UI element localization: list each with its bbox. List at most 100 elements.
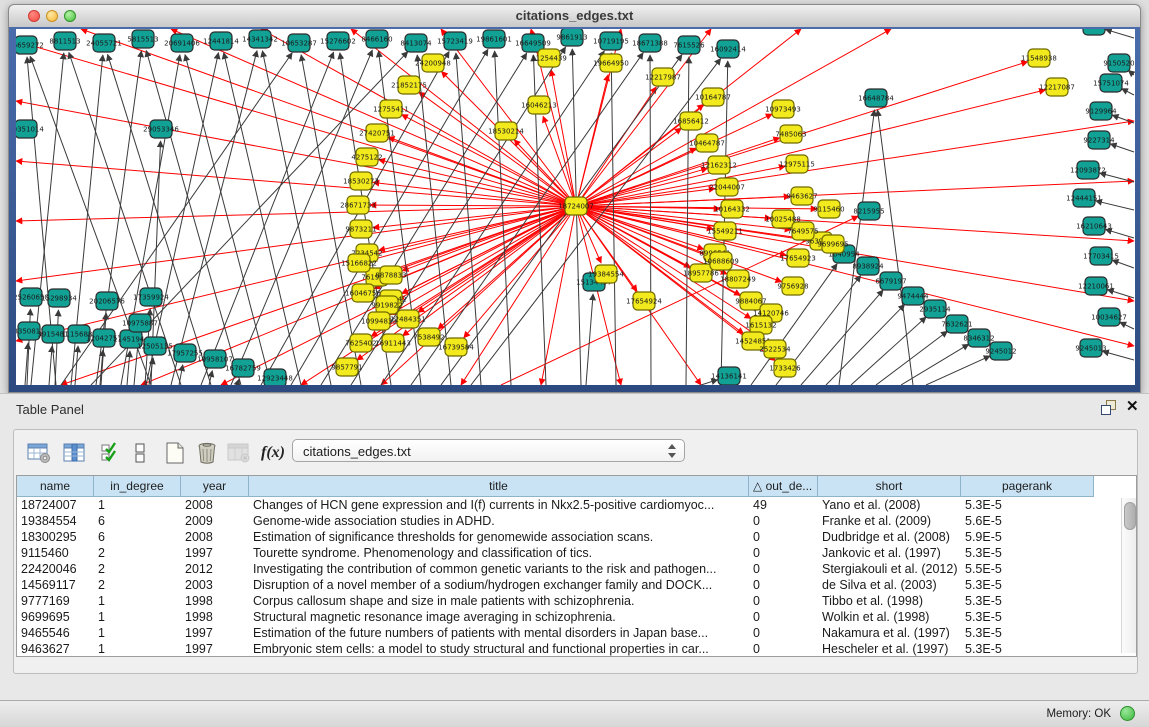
cell-pagerank[interactable]: 5.3E-5 xyxy=(961,641,1094,657)
table-selector-dropdown[interactable]: citations_edges.txt xyxy=(292,439,685,462)
graph-node[interactable]: 9861913 xyxy=(556,29,587,46)
graph-node[interactable]: 29053346 xyxy=(143,120,179,138)
graph-node[interactable]: 24200948 xyxy=(415,54,451,72)
graph-node[interactable]: 10164787 xyxy=(695,88,731,106)
graph-node[interactable]: 9919822 xyxy=(371,296,402,314)
graph-node[interactable]: 19861601 xyxy=(476,30,512,48)
cell-name[interactable]: 18724007 xyxy=(17,497,94,513)
graph-node[interactable]: 16092414 xyxy=(710,40,746,58)
graph-node[interactable]: 15549211 xyxy=(707,222,743,240)
memory-status-indicator[interactable] xyxy=(1120,706,1135,721)
column-header-pagerank[interactable]: pagerank xyxy=(961,476,1094,497)
graph-node[interactable]: 7632621 xyxy=(941,315,972,333)
graph-node[interactable]: 9245013 xyxy=(1075,339,1106,357)
cell-year[interactable]: 1997 xyxy=(181,641,249,657)
graph-node[interactable]: 9463627 xyxy=(786,187,817,205)
cell-short[interactable]: Hescheler et al. (1997) xyxy=(818,641,961,657)
cell-name[interactable]: 9463627 xyxy=(17,641,94,657)
graph-node[interactable]: 8811513 xyxy=(49,32,80,50)
cell-title[interactable]: Investigating the contribution of common… xyxy=(249,561,749,577)
column-header-short[interactable]: short xyxy=(818,476,961,497)
graph-node[interactable]: 7615526 xyxy=(673,36,705,54)
cell-out_degree[interactable]: 0 xyxy=(749,577,818,593)
cell-in_degree[interactable]: 6 xyxy=(94,513,181,529)
cell-year[interactable]: 2009 xyxy=(181,513,249,529)
cell-pagerank[interactable]: 5.6E-5 xyxy=(961,513,1094,529)
graph-node[interactable]: 7485063 xyxy=(775,125,806,143)
cell-out_degree[interactable]: 0 xyxy=(749,529,818,545)
table-row[interactable]: 977716911998Corpus callosum shape and si… xyxy=(17,593,1136,609)
cell-pagerank[interactable]: 5.3E-5 xyxy=(961,497,1094,513)
cell-name[interactable]: 9699695 xyxy=(17,609,94,625)
table-settings-icon[interactable] xyxy=(24,438,54,468)
graph-node[interactable]: 7649575 xyxy=(787,222,818,240)
graph-node[interactable]: 10653287 xyxy=(281,34,317,52)
table-row[interactable]: 911546021997Tourette syndrome. Phenomeno… xyxy=(17,545,1136,561)
graph-node[interactable]: 9129964 xyxy=(1085,102,1117,120)
graph-node[interactable]: 20351014 xyxy=(16,120,44,138)
cell-short[interactable]: Wolkin et al. (1998) xyxy=(818,609,961,625)
graph-node[interactable]: 16659272 xyxy=(16,36,44,54)
graph-node[interactable]: 14341342 xyxy=(242,30,278,48)
graph-node[interactable]: 16911443 xyxy=(375,334,411,352)
graph-node[interactable]: 10719195 xyxy=(593,32,629,50)
cell-short[interactable]: Nakamura et al. (1997) xyxy=(818,625,961,641)
cell-year[interactable]: 1997 xyxy=(181,545,249,561)
cell-year[interactable]: 2012 xyxy=(181,561,249,577)
vertical-scrollbar[interactable] xyxy=(1121,498,1137,653)
cell-in_degree[interactable]: 1 xyxy=(94,625,181,641)
cell-pagerank[interactable]: 5.9E-5 xyxy=(961,529,1094,545)
row-height-icon[interactable] xyxy=(130,438,150,468)
graph-node[interactable]: 17654923 xyxy=(780,249,816,267)
table-row[interactable]: 969969511998Structural magnetic resonanc… xyxy=(17,609,1136,625)
cell-out_degree[interactable]: 0 xyxy=(749,625,818,641)
cell-in_degree[interactable]: 1 xyxy=(94,497,181,513)
graph-node[interactable]: 21614723 xyxy=(1076,29,1112,35)
graph-node[interactable]: 12444151 xyxy=(1066,189,1102,207)
cell-name[interactable]: 19384554 xyxy=(17,513,94,529)
cell-in_degree[interactable]: 1 xyxy=(94,641,181,657)
graph-node[interactable]: 12093872 xyxy=(1070,161,1106,179)
graph-node[interactable]: 16648784 xyxy=(858,89,894,107)
cell-year[interactable]: 1998 xyxy=(181,609,249,625)
cell-title[interactable]: Corpus callosum shape and size in male p… xyxy=(249,593,749,609)
cell-pagerank[interactable]: 5.3E-5 xyxy=(961,625,1094,641)
graph-node[interactable]: 8466160 xyxy=(361,30,392,48)
graph-node[interactable]: 4275122 xyxy=(351,148,382,166)
graph-node[interactable]: 2522534 xyxy=(759,340,791,358)
cell-out_degree[interactable]: 0 xyxy=(749,609,818,625)
graph-node[interactable]: 19664950 xyxy=(593,54,629,72)
table-row[interactable]: 2242004622012Investigating the contribut… xyxy=(17,561,1136,577)
cell-name[interactable]: 22420046 xyxy=(17,561,94,577)
cell-in_degree[interactable]: 2 xyxy=(94,545,181,561)
cell-name[interactable]: 14569117 xyxy=(17,577,94,593)
graph-node[interactable]: 15298934 xyxy=(41,289,77,307)
graph-node[interactable]: 17654924 xyxy=(626,292,662,310)
cell-pagerank[interactable]: 5.3E-5 xyxy=(961,609,1094,625)
graph-node[interactable]: 9756928 xyxy=(777,277,808,295)
table-row[interactable]: 1938455462009Genome-wide association stu… xyxy=(17,513,1136,529)
cell-year[interactable]: 2003 xyxy=(181,577,249,593)
graph-node[interactable]: 9873211 xyxy=(345,220,376,238)
graph-node[interactable]: 8938924 xyxy=(852,257,884,275)
cell-out_degree[interactable]: 49 xyxy=(749,497,818,513)
graph-node[interactable]: 15723419 xyxy=(437,32,473,50)
graph-node[interactable]: 24055721 xyxy=(86,34,122,52)
cell-title[interactable]: Estimation of the future numbers of pati… xyxy=(249,625,749,641)
cell-title[interactable]: Disruption of a novel member of a sodium… xyxy=(249,577,749,593)
cell-out_degree[interactable]: 0 xyxy=(749,561,818,577)
graph-node[interactable]: 5815513 xyxy=(127,30,158,48)
graph-node[interactable]: 18671388 xyxy=(632,34,668,52)
cell-short[interactable]: Yano et al. (2008) xyxy=(818,497,961,513)
graph-node[interactable]: 7625402 xyxy=(345,334,376,352)
table-row[interactable]: 1830029562008Estimation of significance … xyxy=(17,529,1136,545)
cell-in_degree[interactable]: 1 xyxy=(94,609,181,625)
table-row[interactable]: 1456911722003Disruption of a novel membe… xyxy=(17,577,1136,593)
cell-in_degree[interactable]: 1 xyxy=(94,593,181,609)
window-titlebar[interactable]: citations_edges.txt xyxy=(9,5,1140,28)
graph-node[interactable]: 16210643 xyxy=(1076,217,1112,235)
graph-node[interactable]: 12162312 xyxy=(701,156,737,174)
cell-in_degree[interactable]: 2 xyxy=(94,561,181,577)
cell-title[interactable]: Structural magnetic resonance image aver… xyxy=(249,609,749,625)
cell-title[interactable]: Tourette syndrome. Phenomenology and cla… xyxy=(249,545,749,561)
